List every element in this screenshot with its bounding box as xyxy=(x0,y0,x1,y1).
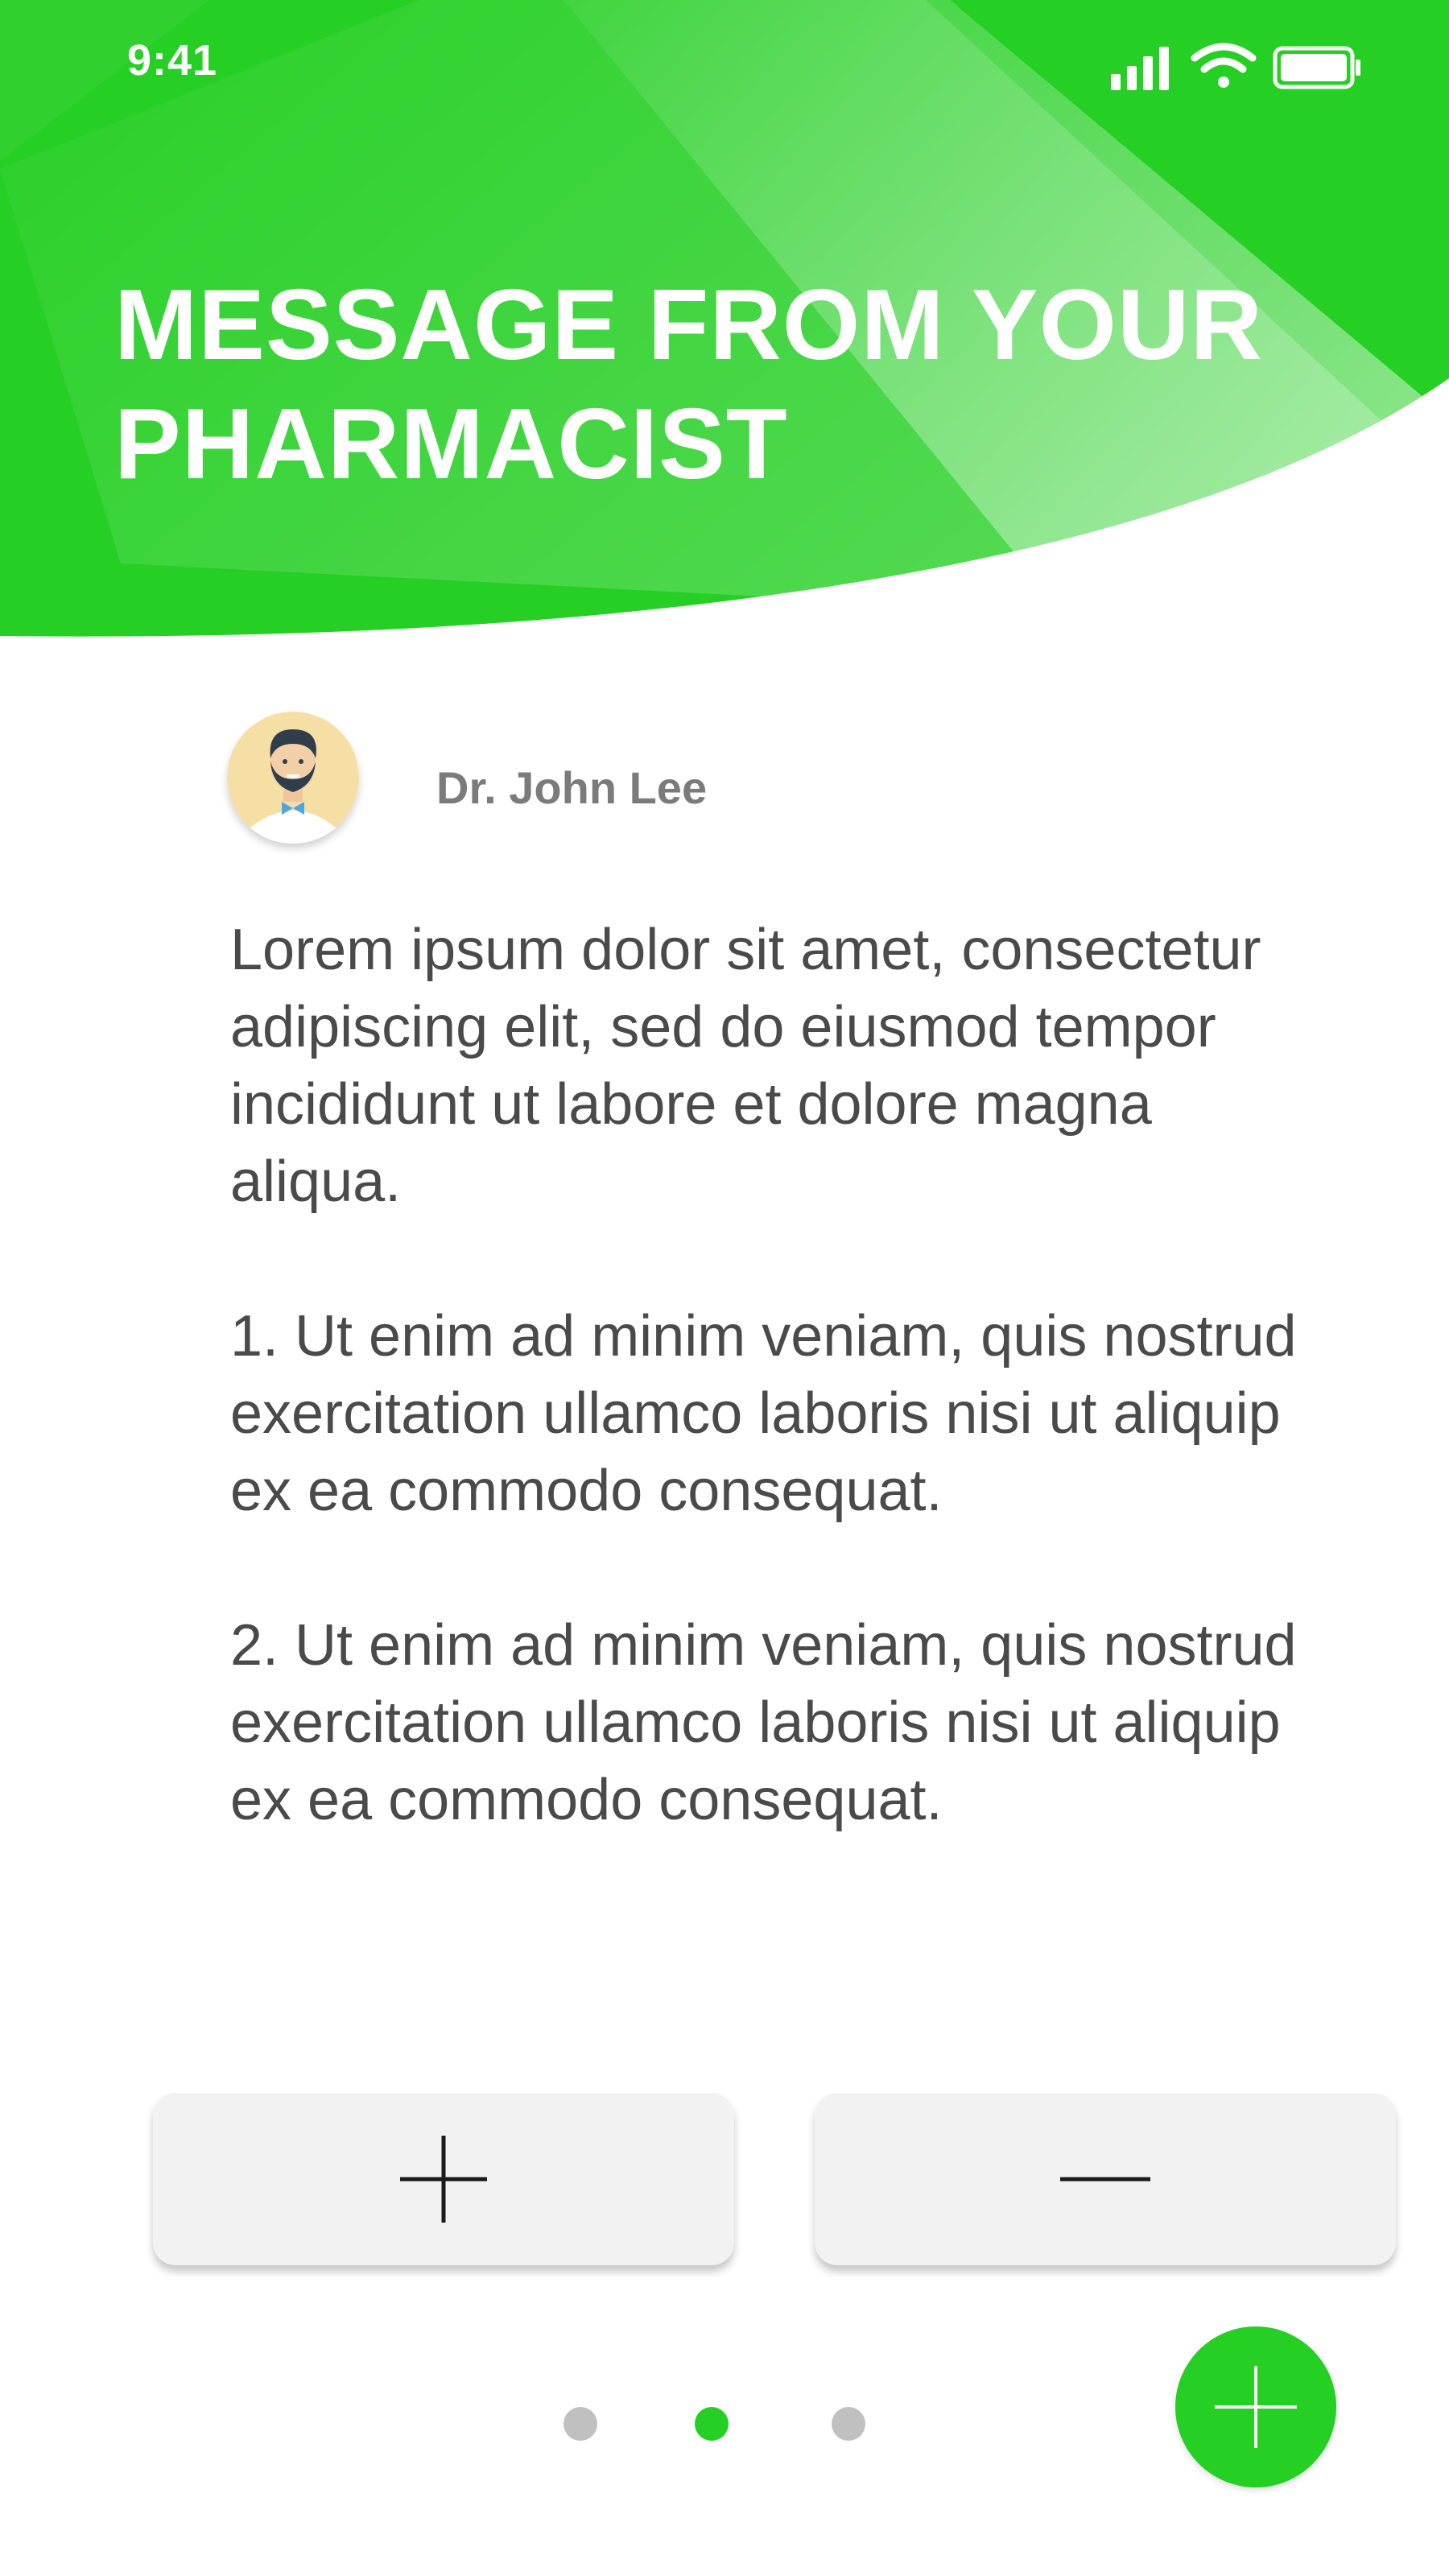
status-time: 9:41 xyxy=(127,36,218,85)
plus-icon xyxy=(1215,2366,1297,2448)
status-bar: 9:41 xyxy=(0,0,1449,129)
message-paragraph: 1. Ut enim ad minim veniam, quis nostrud… xyxy=(230,1304,1297,1523)
page-dot-3[interactable] xyxy=(832,2407,865,2441)
increase-button[interactable] xyxy=(153,2093,734,2265)
plus-icon xyxy=(400,2136,487,2223)
page-title: MESSAGE FROM YOUR PHARMACIST xyxy=(114,266,1322,504)
message-paragraph: 2. Ut enim ad minim veniam, quis nostrud… xyxy=(230,1613,1297,1832)
doctor-avatar-icon xyxy=(227,712,359,844)
cellular-signal-icon xyxy=(1111,47,1169,90)
page-dot-1[interactable] xyxy=(564,2407,597,2441)
page-title-line-1: MESSAGE FROM YOUR xyxy=(114,270,1264,381)
avatar xyxy=(227,712,359,844)
page-title-line-2: PHARMACIST xyxy=(114,389,788,500)
message-body: Lorem ipsum dolor sit amet, consectetur … xyxy=(230,911,1325,1839)
battery-icon xyxy=(1273,46,1360,89)
minus-icon xyxy=(1060,2177,1150,2182)
wifi-icon xyxy=(1191,43,1257,88)
author-name: Dr. John Lee xyxy=(436,762,708,813)
page-dot-2-active[interactable] xyxy=(695,2407,729,2441)
add-fab-button[interactable] xyxy=(1175,2326,1336,2487)
status-icons xyxy=(1111,43,1360,90)
decrease-button[interactable] xyxy=(815,2093,1396,2265)
message-paragraph: Lorem ipsum dolor sit amet, consectetur … xyxy=(230,918,1261,1214)
